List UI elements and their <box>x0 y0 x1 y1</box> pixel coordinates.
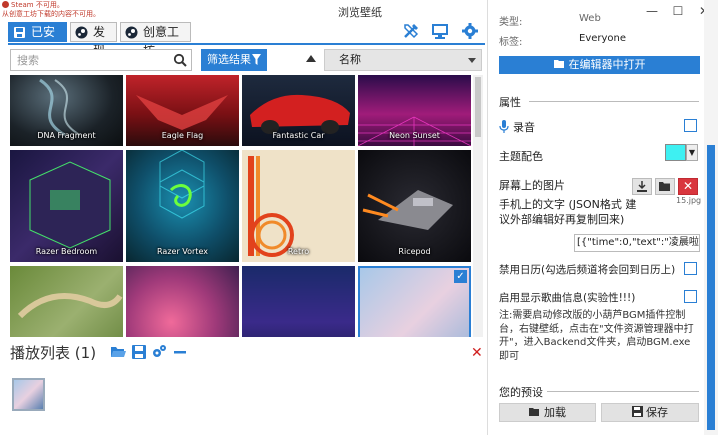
download-icon <box>637 181 647 192</box>
close-icon[interactable]: ✕ <box>471 345 483 361</box>
wallpaper-tile[interactable]: Razer Bedroom <box>10 150 123 262</box>
divider <box>529 101 699 102</box>
details-scrollbar-thumb[interactable] <box>707 145 715 430</box>
filter-icon <box>252 54 261 65</box>
wallpaper-thumbnail <box>17 293 123 319</box>
wallpaper-tile[interactable] <box>242 266 355 337</box>
save-label: 保存 <box>646 406 668 419</box>
open-in-editor-button[interactable]: 在编辑器中打开 <box>499 56 700 74</box>
wallpaper-grid: DNA Fragment Eagle Flag Fantastic Car Ne… <box>10 75 471 337</box>
enable-song-label: 启用显示歌曲信息(实验性!!!) <box>499 292 636 304</box>
playlist-item[interactable] <box>12 378 45 411</box>
wallpaper-title: Ricepod <box>398 247 431 256</box>
minus-icon[interactable] <box>172 344 188 360</box>
divider <box>547 391 699 392</box>
microphone-icon <box>499 120 509 133</box>
sort-select[interactable]: 名称 <box>324 49 482 71</box>
enable-song-checkbox[interactable] <box>684 290 697 303</box>
image-filename: 15.jpg <box>676 196 702 205</box>
properties-heading: 属性 <box>499 96 521 109</box>
screen-text-label: 手机上的文字 (JSON格式 建议外部编辑好再复制回来) <box>499 198 637 226</box>
wallpaper-tile[interactable] <box>126 266 239 337</box>
wallpaper-title: Retro <box>287 247 310 256</box>
theme-color-label: 主题配色 <box>499 150 543 163</box>
wallpaper-tile[interactable]: DNA Fragment <box>10 75 123 146</box>
search-box <box>10 49 192 71</box>
chevron-down-icon <box>468 58 476 63</box>
wallpaper-tile[interactable] <box>10 266 123 337</box>
type-label: 类型: <box>499 17 523 28</box>
details-scrollbar[interactable] <box>704 0 718 435</box>
tab-discover[interactable]: 发现 <box>70 22 117 57</box>
sort-direction-icon[interactable] <box>306 55 316 62</box>
settings-gears-icon[interactable] <box>151 344 167 360</box>
wallpaper-tile[interactable]: Razer Vortex <box>126 150 239 262</box>
grid-scrollbar[interactable] <box>473 75 483 337</box>
wallpaper-title: Fantastic Car <box>272 131 325 140</box>
search-input[interactable] <box>11 50 161 70</box>
steam-icon <box>125 26 138 39</box>
wallpaper-tile[interactable]: Fantastic Car <box>242 75 355 146</box>
folder-open-icon <box>659 182 670 191</box>
image-browse-button[interactable] <box>655 178 675 195</box>
disable-calendar-label: 禁用日历(勾选后频道将会回到日历上) <box>499 264 676 276</box>
wallpaper-title: Razer Bedroom <box>35 247 98 256</box>
chevron-down-icon[interactable]: ▼ <box>686 144 698 161</box>
filter-label: 筛选结果 <box>207 53 251 66</box>
wallpaper-title: Razer Vortex <box>157 247 208 256</box>
gear-icon[interactable] <box>461 22 479 40</box>
load-label: 加载 <box>544 406 566 419</box>
screen-text-input[interactable]: [{"time":0,"text":"凌晨啦!"},{" <box>574 234 700 252</box>
save-icon[interactable] <box>131 344 147 360</box>
wallpaper-tile-selected[interactable]: ✓ <box>358 266 471 337</box>
sort-selected-label: 名称 <box>339 53 361 66</box>
wallpaper-tile[interactable]: Eagle Flag <box>126 75 239 146</box>
grid-scrollbar-thumb[interactable] <box>475 77 481 137</box>
check-icon: ✓ <box>454 270 467 283</box>
image-download-button[interactable] <box>632 178 652 195</box>
tab-workshop[interactable]: 创意工坊 <box>120 22 191 57</box>
playlist-count: (1) <box>74 344 97 362</box>
wallpaper-thumbnail <box>29 161 111 249</box>
playlist-item-thumbnail <box>14 380 43 409</box>
plugin-note: 注:需要启动修改版的小葫芦BGM插件控制台，右键壁纸，点击在"文件资源管理器中打… <box>499 310 694 362</box>
wallpaper-thumbnail <box>362 190 453 230</box>
wallpaper-tile[interactable]: Neon Sunset <box>358 75 471 146</box>
save-preset-button[interactable]: 保存 <box>601 403 699 422</box>
open-in-editor-label: 在编辑器中打开 <box>568 58 646 71</box>
theme-color-swatch[interactable] <box>665 144 686 161</box>
playlist-title-text: 播放列表 <box>10 344 71 362</box>
wallpaper-tile[interactable]: Retro <box>242 150 355 262</box>
load-preset-button[interactable]: 加载 <box>499 403 596 422</box>
playlist-title: 播放列表 (1) <box>10 342 96 363</box>
image-clear-button[interactable]: ✕ <box>678 178 698 195</box>
wallpaper-title: DNA Fragment <box>37 131 96 140</box>
screen-image-label: 屏幕上的图片 <box>499 179 565 192</box>
wallpaper-title: Neon Sunset <box>389 131 440 140</box>
steam-icon <box>75 26 88 39</box>
installed-icon <box>14 27 25 38</box>
record-audio-label: 录音 <box>513 121 535 134</box>
folder-open-icon[interactable] <box>110 344 126 360</box>
type-value: Web <box>579 13 601 24</box>
wallpaper-title: Eagle Flag <box>161 131 204 140</box>
record-audio-checkbox[interactable] <box>684 119 697 132</box>
search-icon[interactable] <box>173 53 187 67</box>
save-icon <box>632 406 643 417</box>
monitor-icon[interactable] <box>431 22 449 40</box>
rating-label: 标签: <box>499 37 523 48</box>
wallpaper-thumbnail <box>248 156 294 257</box>
folder-open-icon <box>529 408 539 416</box>
tab-underline <box>8 43 485 45</box>
edit-tools-icon[interactable] <box>402 22 420 40</box>
tab-installed[interactable]: 已安装 <box>8 22 67 57</box>
rating-value: Everyone <box>579 33 627 44</box>
wallpaper-thumbnail <box>159 150 205 219</box>
folder-open-icon <box>553 60 564 68</box>
disable-calendar-checkbox[interactable] <box>684 262 697 275</box>
wallpaper-tile[interactable]: Ricepod <box>358 150 471 262</box>
presets-heading: 您的预设 <box>499 386 543 399</box>
filter-button[interactable]: 筛选结果 <box>201 49 267 71</box>
